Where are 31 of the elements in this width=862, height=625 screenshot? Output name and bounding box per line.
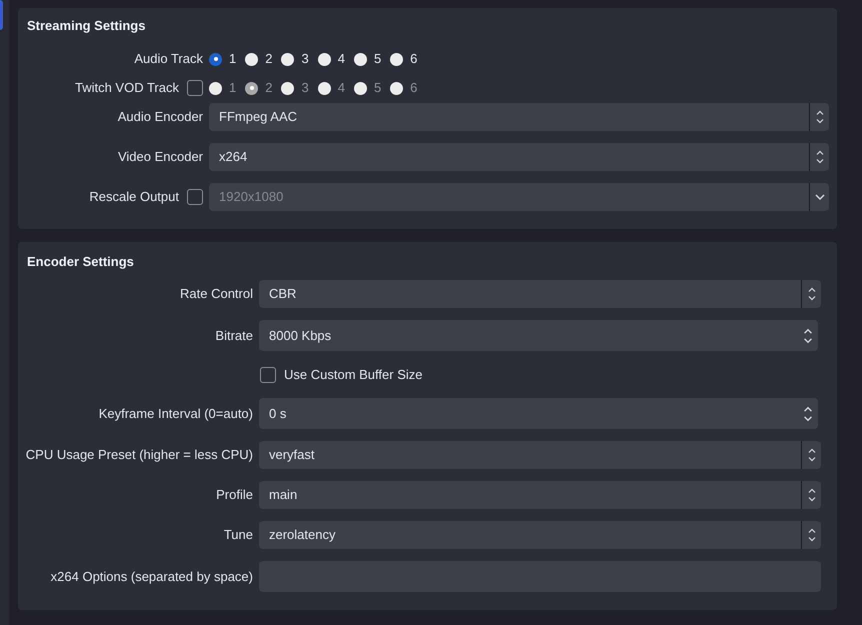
- chevron-down-icon: [814, 194, 824, 200]
- dropdown-select[interactable]: CBR: [259, 280, 821, 308]
- field-label: CPU Usage Preset (higher = less CPU): [26, 446, 253, 464]
- dropdown-select[interactable]: FFmpeg AAC: [209, 102, 829, 130]
- radio-option[interactable]: 4: [318, 49, 345, 69]
- field-label: Video Encoder: [118, 148, 203, 166]
- dropdown-select[interactable]: main: [259, 481, 821, 509]
- field-label: x264 Options (separated by space): [50, 568, 253, 586]
- field-label: Profile: [216, 486, 253, 504]
- spin-box[interactable]: 8000 Kbps: [259, 320, 818, 351]
- field-label: Bitrate: [215, 326, 253, 345]
- field-label: Twitch VOD Track: [74, 79, 179, 98]
- checkbox-label: Use Custom Buffer Size: [284, 366, 422, 384]
- field-label: Tune: [224, 526, 253, 544]
- checkbox[interactable]: [260, 366, 276, 382]
- dropdown-select[interactable]: x264: [209, 142, 829, 170]
- radio-option[interactable]: 6: [390, 49, 418, 69]
- field-label: Audio Encoder: [118, 108, 203, 126]
- field-label: Rate Control: [180, 285, 253, 304]
- radio-option[interactable]: 5: [354, 49, 382, 69]
- radio-option[interactable]: 3: [281, 49, 309, 69]
- dropdown-select[interactable]: veryfast: [259, 441, 821, 469]
- panel-title: Encoder Settings: [27, 252, 135, 271]
- field-label: Audio Track: [134, 50, 203, 68]
- radio-option[interactable]: 1: [209, 49, 236, 69]
- radio-option[interactable]: 2: [245, 49, 272, 69]
- spin-box[interactable]: 0 s: [259, 398, 818, 429]
- field-label: Rescale Output: [89, 188, 179, 206]
- field-label: Keyframe Interval (0=auto): [98, 404, 253, 423]
- panel-title: Streaming Settings: [27, 17, 146, 35]
- dropdown-select[interactable]: zerolatency: [259, 521, 821, 549]
